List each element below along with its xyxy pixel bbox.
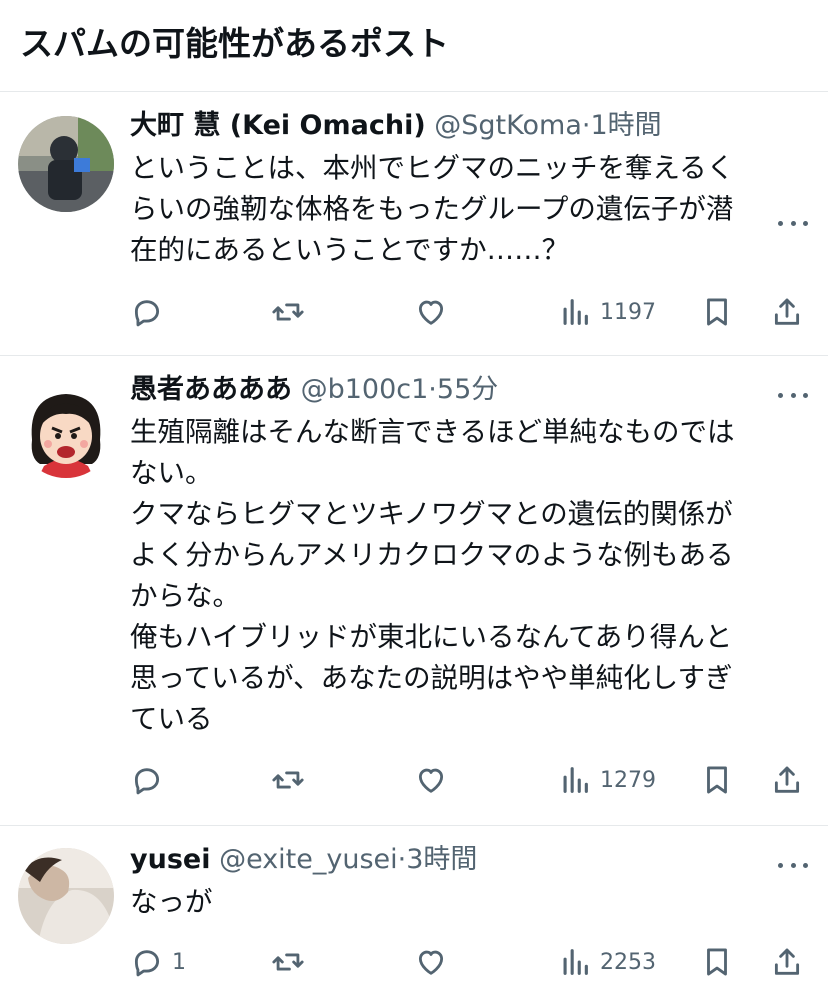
bookmark-button[interactable]	[700, 942, 734, 982]
repost-icon	[272, 953, 304, 971]
heart-icon	[418, 950, 444, 975]
avatar-image-icon	[18, 848, 114, 944]
views-count: 1197	[600, 299, 656, 325]
share-button[interactable]	[770, 942, 804, 982]
heart-icon	[418, 300, 444, 325]
post-time[interactable]: 1時間	[590, 110, 661, 141]
reply-count: 1	[172, 949, 186, 975]
post-actions: 1197	[130, 292, 810, 332]
post-actions: 1279	[130, 760, 810, 800]
views-count: 2253	[600, 949, 656, 975]
avatar[interactable]	[18, 116, 114, 212]
page-title: スパムの可能性があるポスト	[20, 24, 449, 63]
reply-button[interactable]	[130, 292, 172, 332]
repost-button[interactable]	[271, 942, 305, 982]
views-button[interactable]: 2253	[558, 942, 656, 982]
author-name[interactable]: yusei	[130, 844, 210, 875]
author-handle[interactable]: @exite_yusei	[219, 844, 398, 875]
like-button[interactable]	[414, 942, 448, 982]
separator-dot: ·	[397, 844, 407, 875]
author-handle[interactable]: @SgtKoma	[434, 110, 582, 141]
share-icon	[774, 948, 800, 975]
more-options-icon[interactable]	[778, 218, 808, 228]
post-time[interactable]: 3時間	[406, 844, 477, 875]
reply-icon	[134, 300, 160, 327]
reply-icon	[134, 768, 160, 795]
views-button[interactable]: 1197	[558, 292, 656, 332]
like-button[interactable]	[414, 760, 448, 800]
post-text: なっが	[130, 886, 213, 918]
bookmark-button[interactable]	[700, 292, 734, 332]
bookmark-button[interactable]	[700, 760, 734, 800]
like-button[interactable]	[414, 292, 448, 332]
views-button[interactable]: 1279	[558, 760, 656, 800]
avatar-image-icon	[18, 116, 114, 212]
separator-dot: ·	[428, 374, 437, 405]
heart-icon	[418, 768, 444, 793]
post-meta: 愚者ああああ @b100c1·55分	[130, 372, 810, 408]
bookmark-icon	[707, 948, 727, 976]
repost-button[interactable]	[271, 760, 305, 800]
author-name[interactable]: 愚者ああああ	[130, 374, 292, 405]
bookmark-icon	[707, 766, 727, 794]
reply-button[interactable]	[130, 760, 172, 800]
page-header: スパムの可能性があるポスト	[0, 0, 828, 92]
avatar[interactable]	[18, 382, 114, 478]
more-options-icon[interactable]	[778, 860, 808, 870]
reply-button[interactable]: 1	[130, 942, 186, 982]
post[interactable]: 愚者ああああ @b100c1·55分 生殖隔離はそんな断言できるほど単純なもので…	[0, 356, 828, 826]
post-actions: 1 2253	[130, 942, 810, 982]
author-name[interactable]: 大町 慧 (Kei Omachi)	[130, 110, 426, 141]
views-chart-icon	[563, 299, 588, 325]
more-options-icon[interactable]	[778, 390, 808, 400]
share-button[interactable]	[770, 760, 804, 800]
views-chart-icon	[563, 767, 588, 793]
bookmark-icon	[707, 298, 727, 326]
repost-icon	[272, 303, 304, 321]
repost-button[interactable]	[271, 292, 305, 332]
views-count: 1279	[600, 767, 656, 793]
post-time[interactable]: 55分	[437, 374, 498, 405]
post-meta: yusei @exite_yusei·3時間	[130, 842, 810, 878]
post-text: 生殖隔離はそんな断言できるほど単純なものでは ない。 クマならヒグマとツキノワグ…	[130, 416, 735, 735]
share-icon	[774, 298, 800, 325]
avatar-image-icon	[18, 382, 114, 478]
author-handle[interactable]: @b100c1	[301, 374, 429, 405]
share-button[interactable]	[770, 292, 804, 332]
post-text: ということは、本州でヒグマのニッチを奪えるく らいの強靭な体格をもったグループの…	[130, 152, 735, 266]
share-icon	[774, 766, 800, 793]
views-chart-icon	[563, 949, 588, 975]
reply-icon	[134, 950, 160, 977]
repost-icon	[272, 771, 304, 789]
post-meta: 大町 慧 (Kei Omachi) @SgtKoma·1時間	[130, 108, 810, 144]
avatar[interactable]	[18, 848, 114, 944]
